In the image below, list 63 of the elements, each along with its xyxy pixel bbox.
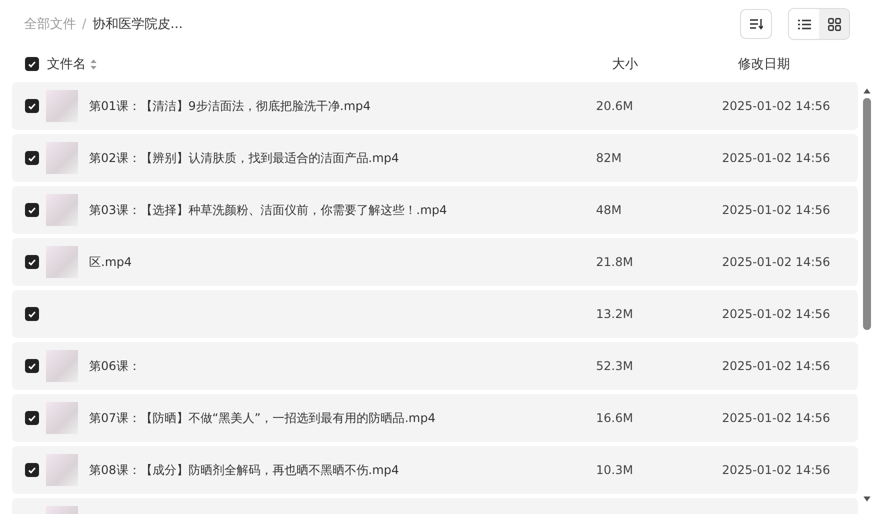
file-size: 52.3M bbox=[596, 359, 634, 373]
row-checkbox[interactable] bbox=[25, 307, 39, 321]
modified-date: 2025-01-02 14:56 bbox=[722, 99, 832, 113]
scroll-up-icon[interactable] bbox=[863, 88, 871, 94]
modified-date: 2025-01-02 14:56 bbox=[722, 411, 832, 425]
file-row[interactable]: 第02课：【辨别】认清肤质，找到最适合的洁面产品.mp4 82M 2025-01-02 14:56 bbox=[12, 134, 858, 182]
file-name: 第01课：【清洁】9步洁面法，彻底把脸洗干净.mp4 bbox=[89, 98, 372, 114]
row-checkbox[interactable] bbox=[25, 359, 39, 373]
sort-button[interactable] bbox=[740, 9, 772, 39]
file-row[interactable]: 第08课：【成分】防晒剂全解码，再也晒不黑晒不伤.mp4 10.3M 2025-01-02 14:56 bbox=[12, 446, 858, 494]
row-checkbox[interactable] bbox=[25, 255, 39, 269]
row-checkbox[interactable] bbox=[25, 463, 39, 477]
grid-icon bbox=[828, 18, 840, 30]
column-header[interactable]: 文件名 bbox=[47, 55, 86, 73]
row-checkbox[interactable] bbox=[25, 411, 39, 425]
modified-date: 2025-01-02 14:56 bbox=[722, 255, 832, 269]
check-icon bbox=[28, 60, 36, 68]
file-size: 48M bbox=[596, 203, 623, 217]
file-row[interactable]: 第03课：【选择】种草洗颜粉、洁面仪前，你需要了解这些！.mp4 48M 2025-01-02 14:56 bbox=[12, 186, 858, 234]
column-header[interactable]: 修改日期 bbox=[738, 55, 874, 73]
check-icon bbox=[28, 466, 36, 474]
column-header[interactable]: 大小 bbox=[612, 55, 738, 73]
row-checkbox[interactable] bbox=[25, 203, 39, 217]
file-name: 第02课：【辨别】认清肤质，找到最适合的洁面产品.mp4 bbox=[89, 150, 400, 166]
check-icon bbox=[28, 362, 36, 370]
modified-date: 2025-01-02 14:56 bbox=[722, 463, 832, 477]
sort-icon bbox=[749, 18, 763, 30]
list-icon bbox=[798, 18, 810, 30]
file-row[interactable]: 第06课： 52.3M 2025-01-02 14:56 bbox=[12, 342, 858, 390]
row-checkbox[interactable] bbox=[25, 151, 39, 165]
row-checkbox[interactable] bbox=[25, 99, 39, 113]
file-name: 区.mp4 bbox=[89, 254, 133, 270]
modified-date: 2025-01-02 14:56 bbox=[722, 151, 832, 165]
check-icon bbox=[28, 310, 36, 318]
check-icon bbox=[28, 414, 36, 422]
check-icon bbox=[28, 102, 36, 110]
file-size: 13.2M bbox=[596, 307, 634, 321]
check-icon bbox=[28, 154, 36, 162]
modified-date: 2025-01-02 14:56 bbox=[722, 307, 832, 321]
scroll-down-icon[interactable] bbox=[863, 496, 871, 502]
modified-date: 2025-01-02 14:56 bbox=[722, 359, 832, 373]
file-size: 21.8M bbox=[596, 255, 634, 269]
file-row[interactable]: 第07课：【防晒】不做“黑美人”，一招选到最有用的防晒品.mp4 16.6M 2025-01-02 14:56 bbox=[12, 394, 858, 442]
file-row[interactable]: 第01课：【清洁】9步洁面法，彻底把脸洗干净.mp4 20.6M 2025-01-02 14:56 bbox=[12, 82, 858, 130]
file-size: 10.3M bbox=[596, 463, 634, 477]
file-size: 82M bbox=[596, 151, 623, 165]
grid-view-button[interactable] bbox=[819, 9, 849, 39]
file-name: 第07课：【防晒】不做“黑美人”，一招选到最有用的防晒品.mp4 bbox=[89, 410, 436, 426]
breadcrumb-item: 协和医学院皮... bbox=[92, 16, 183, 33]
check-icon bbox=[28, 258, 36, 266]
file-row[interactable]: 13.2M 2025-01-02 14:56 bbox=[12, 290, 858, 338]
scrollbar-thumb[interactable] bbox=[863, 98, 871, 330]
check-icon bbox=[28, 206, 36, 214]
file-name: 第06课： bbox=[89, 358, 142, 374]
file-size: 20.6M bbox=[596, 99, 634, 113]
file-name: 第08课：【成分】防晒剂全解码，再也晒不黑晒不伤.mp4 bbox=[89, 462, 400, 478]
file-size: 16.6M bbox=[596, 411, 634, 425]
modified-date: 2025-01-02 14:56 bbox=[722, 203, 832, 217]
file-name: 第03课：【选择】种草洗颜粉、洁面仪前，你需要了解这些！.mp4 bbox=[89, 202, 448, 218]
select-all-checkbox[interactable] bbox=[25, 57, 39, 71]
file-row[interactable]: 区.mp4 21.8M 2025-01-02 14:56 bbox=[12, 238, 858, 286]
sort-arrows-icon[interactable] bbox=[90, 58, 97, 70]
breadcrumb-separator: / bbox=[82, 16, 86, 32]
